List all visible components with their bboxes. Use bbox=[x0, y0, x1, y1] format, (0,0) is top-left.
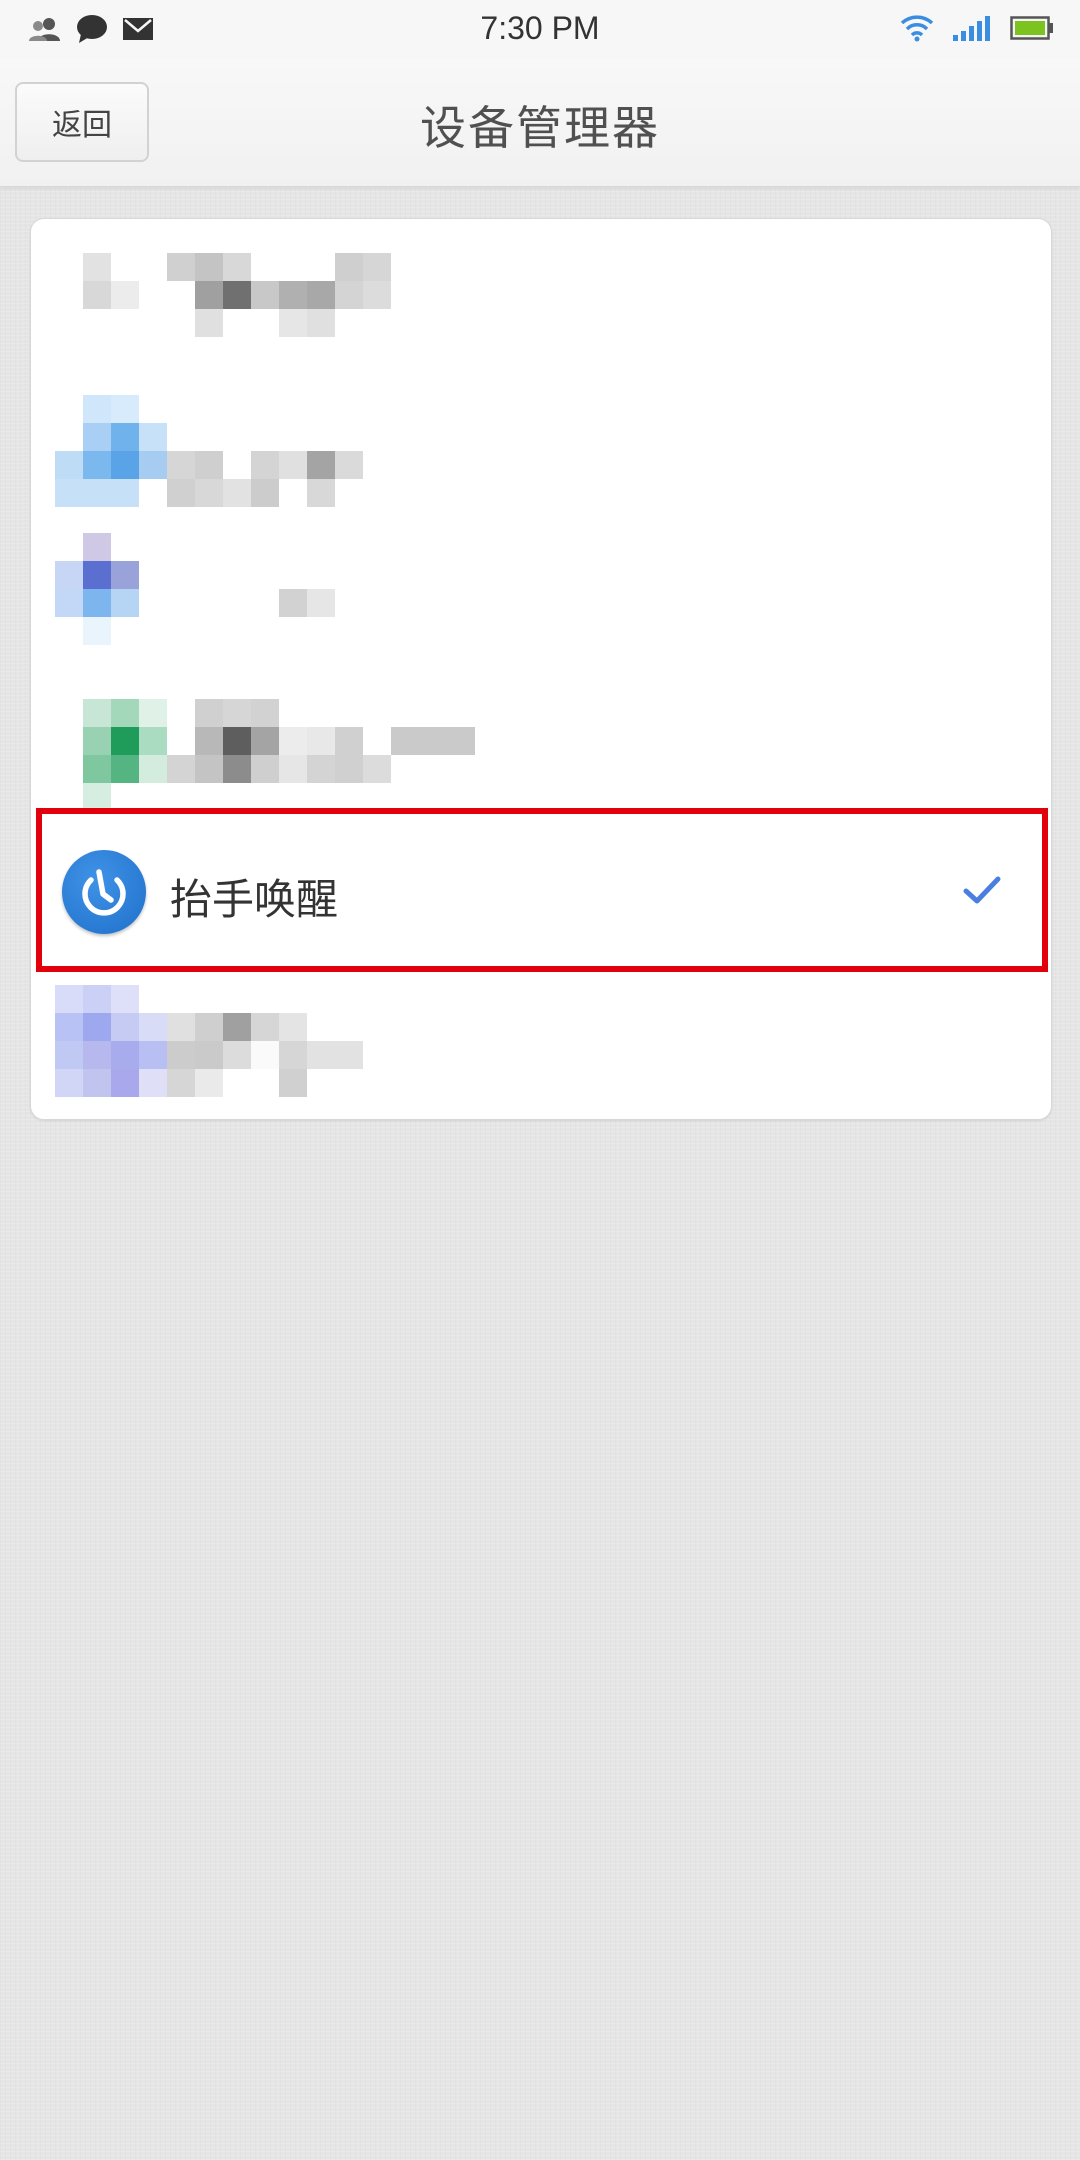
page-title: 设备管理器 bbox=[420, 101, 660, 155]
selected-device-item[interactable]: 抬手唤醒 bbox=[36, 808, 1048, 972]
device-item-label: 抬手唤醒 bbox=[170, 875, 339, 924]
device-manager-screen: 7:30 PM 返回 设备管理器 抬手唤醒 bbox=[0, 0, 1080, 2160]
obscured-list-item[interactable] bbox=[31, 519, 1051, 669]
signal-icon bbox=[952, 15, 992, 45]
checkmark-icon bbox=[962, 874, 1002, 910]
title-bar: 返回 设备管理器 bbox=[0, 58, 1080, 187]
obscured-list-item[interactable] bbox=[31, 369, 1051, 519]
status-indicators bbox=[900, 14, 1054, 46]
obscured-list-item[interactable] bbox=[31, 971, 1051, 1119]
status-bar: 7:30 PM bbox=[0, 0, 1080, 58]
device-list-card bbox=[30, 218, 1052, 1120]
wifi-icon bbox=[900, 14, 934, 46]
battery-icon bbox=[1010, 15, 1054, 45]
power-icon bbox=[62, 850, 146, 934]
obscured-list-item[interactable] bbox=[31, 669, 1051, 819]
obscured-list-item[interactable] bbox=[31, 219, 1051, 369]
